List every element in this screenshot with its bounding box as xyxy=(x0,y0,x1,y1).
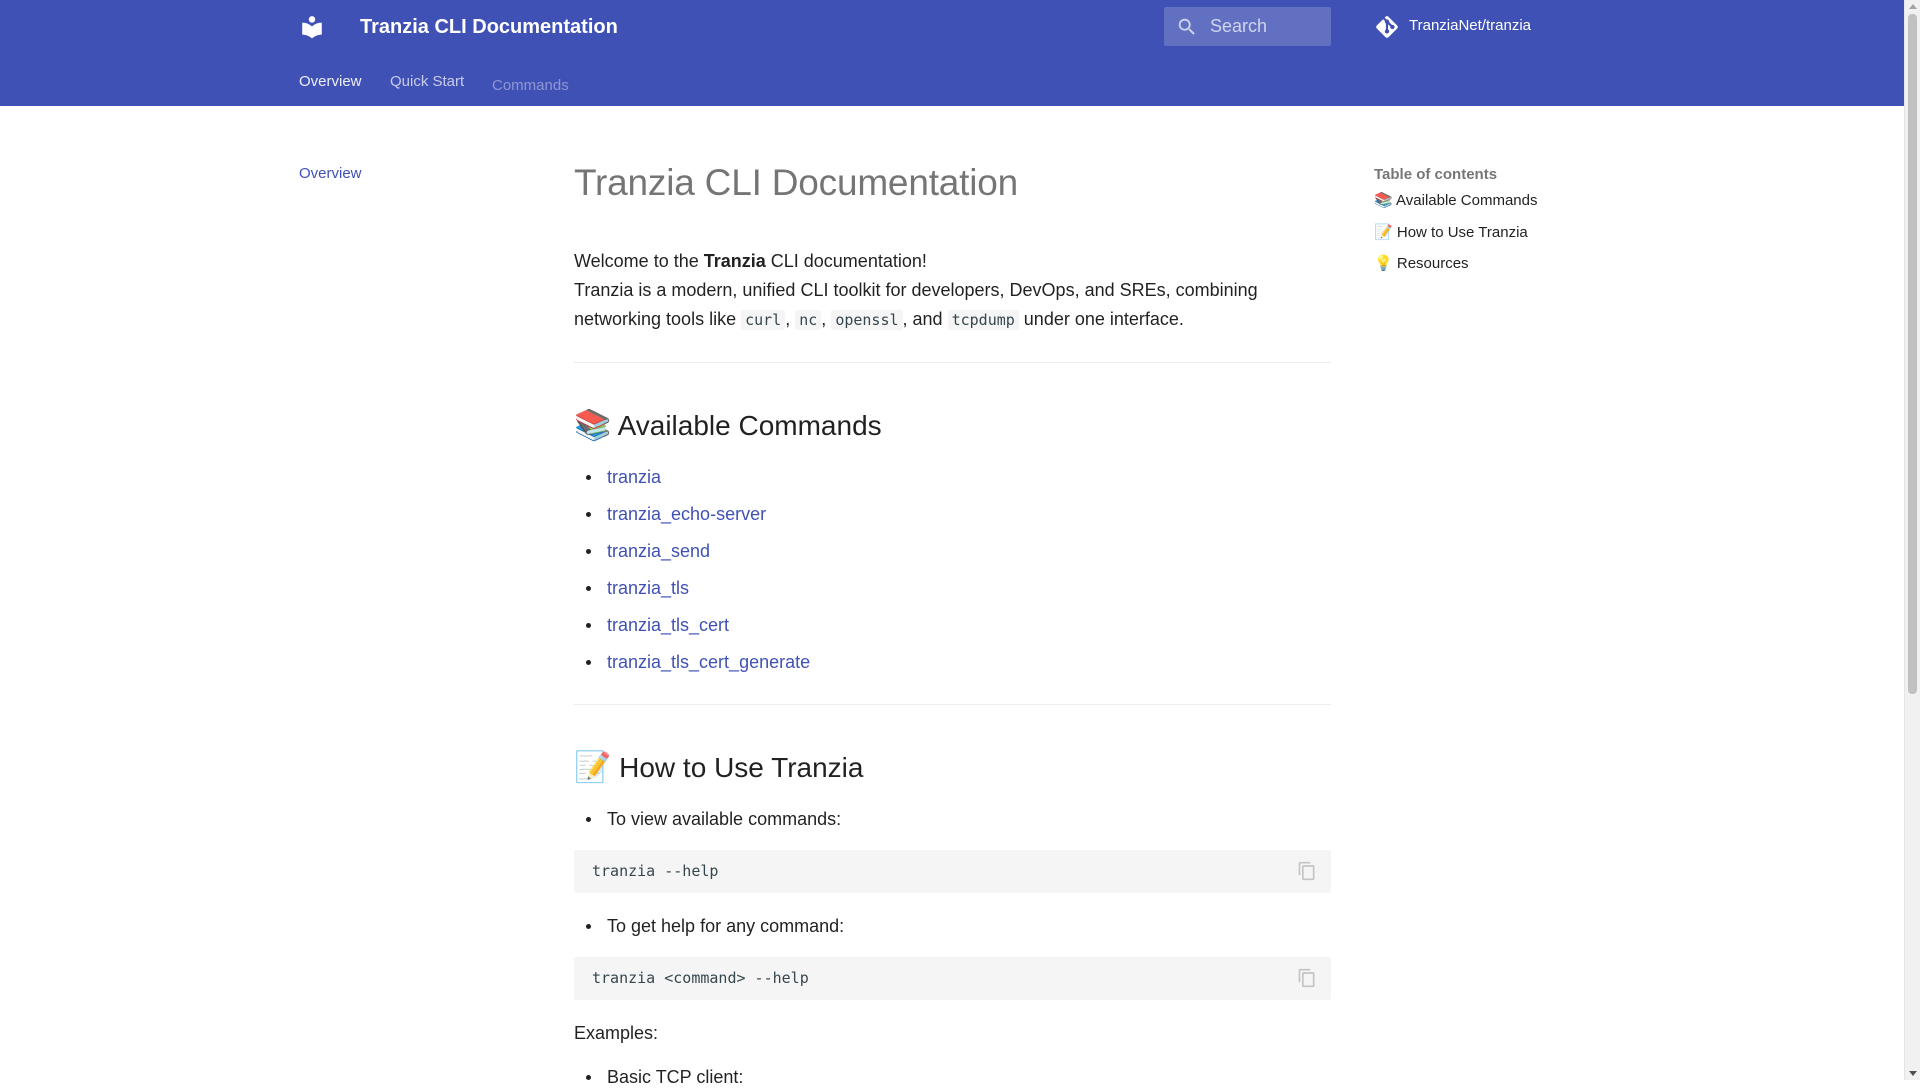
intro-bold: Tranzia xyxy=(703,251,766,271)
section-heading-usage: 📝 How to Use Tranzia xyxy=(574,750,863,786)
copy-icon[interactable] xyxy=(1297,968,1317,988)
search-box[interactable] xyxy=(1164,7,1331,46)
tab-quick-start[interactable]: Quick Start xyxy=(390,73,464,90)
books-icon: 📚 xyxy=(1374,192,1393,209)
command-link-send[interactable]: tranzia_send xyxy=(607,541,710,561)
command-link-tls[interactable]: tranzia_tls xyxy=(607,578,689,598)
table-of-contents: Table of contents 📚 Available Commands 📝… xyxy=(1374,166,1594,283)
command-link-tls-cert[interactable]: tranzia_tls_cert xyxy=(607,615,729,635)
list-item: tranzia_echo-server xyxy=(574,503,810,540)
command-link-tranzia[interactable]: tranzia xyxy=(607,467,661,487)
header: Tranzia CLI Documentation TranziaNet/tra… xyxy=(0,0,1904,106)
site-title[interactable]: Tranzia CLI Documentation xyxy=(360,14,618,40)
inline-code: nc xyxy=(795,310,822,330)
sidebar-item-overview[interactable]: Overview xyxy=(299,165,362,182)
page-title: Tranzia CLI Documentation xyxy=(574,162,1019,203)
code-text: tranzia --help xyxy=(592,862,719,880)
books-icon: 📚 xyxy=(574,409,612,442)
section-heading-commands: 📚 Available Commands xyxy=(574,408,882,444)
toc-item-label: How to Use Tranzia xyxy=(1396,223,1528,241)
intro-line-1: Welcome to the Tranzia CLI documentation… xyxy=(574,247,1331,276)
inline-code: curl xyxy=(741,310,786,330)
repo-label: TranziaNet/tranzia xyxy=(1409,17,1531,34)
magnify-icon[interactable] xyxy=(1176,16,1198,38)
main-content: Tranzia CLI Documentation Welcome to the… xyxy=(574,160,1331,1087)
list-item: tranzia_tls_cert_generate xyxy=(574,651,810,688)
toc-item-label: Available Commands xyxy=(1396,192,1538,209)
toc-item-available-commands[interactable]: 📚 Available Commands xyxy=(1374,190,1594,220)
list-item: Basic TCP client: xyxy=(574,1066,743,1088)
list-item: tranzia_send xyxy=(574,540,810,577)
code-block: tranzia --help xyxy=(574,850,1331,893)
list-item: To get help for any command: xyxy=(574,915,844,937)
examples-label: Examples: xyxy=(574,1023,659,1043)
book-reader-icon[interactable] xyxy=(299,14,325,40)
toc-title: Table of contents xyxy=(1374,166,1498,183)
memo-icon: 📝 xyxy=(1374,223,1393,241)
toc-item-label: Resources xyxy=(1396,255,1469,272)
command-link-tls-cert-generate[interactable]: tranzia_tls_cert_generate xyxy=(607,652,810,672)
divider xyxy=(574,704,1331,705)
section-heading-text: How to Use Tranzia xyxy=(619,752,864,783)
intro-paragraph: Welcome to the Tranzia CLI documentation… xyxy=(574,247,1331,335)
command-link-echo-server[interactable]: tranzia_echo-server xyxy=(607,504,766,524)
command-list: tranzia tranzia_echo-server tranzia_send… xyxy=(574,466,810,688)
scrollbar[interactable] xyxy=(1904,0,1920,1080)
tab-overview[interactable]: Overview xyxy=(299,73,362,90)
section-heading-text: Available Commands xyxy=(617,410,882,441)
scroll-up-arrow-icon[interactable] xyxy=(1909,4,1917,9)
intro-text: , xyxy=(821,309,832,329)
list-item: tranzia_tls_cert xyxy=(574,614,810,651)
scrollbar-thumb[interactable] xyxy=(1908,14,1917,694)
intro-line-2: Tranzia is a modern, unified CLI toolkit… xyxy=(574,280,1258,300)
list-item: To view available commands: xyxy=(574,808,841,830)
inline-code: tcpdump xyxy=(947,310,1019,330)
intro-text: , xyxy=(785,309,796,329)
tab-commands[interactable]: Commands xyxy=(492,77,569,94)
toc-item-how-to-use[interactable]: 📝 How to Use Tranzia xyxy=(1374,222,1594,252)
divider xyxy=(574,362,1331,363)
intro-text: CLI documentation! xyxy=(765,251,927,271)
code-block: tranzia <command> --help xyxy=(574,957,1331,1000)
light-bulb-icon: 💡 xyxy=(1374,255,1393,272)
intro-text: Welcome to the xyxy=(574,251,704,271)
toc-item-resources[interactable]: 💡 Resources xyxy=(1374,253,1594,283)
list-item: tranzia_tls xyxy=(574,577,810,614)
intro-line-3: networking tools like curl, nc, openssl,… xyxy=(574,305,1331,335)
intro-text: , and xyxy=(902,309,948,329)
memo-icon: 📝 xyxy=(574,751,612,784)
intro-text: under one interface. xyxy=(1018,309,1184,329)
search-input[interactable] xyxy=(1210,7,1325,46)
list-item: tranzia xyxy=(574,466,810,503)
scroll-down-arrow-icon[interactable] xyxy=(1909,1071,1917,1076)
git-icon xyxy=(1376,16,1398,38)
inline-code: openssl xyxy=(831,310,903,330)
code-text: tranzia <command> --help xyxy=(592,969,809,987)
copy-icon[interactable] xyxy=(1297,861,1317,881)
intro-text: networking tools like xyxy=(574,309,742,329)
